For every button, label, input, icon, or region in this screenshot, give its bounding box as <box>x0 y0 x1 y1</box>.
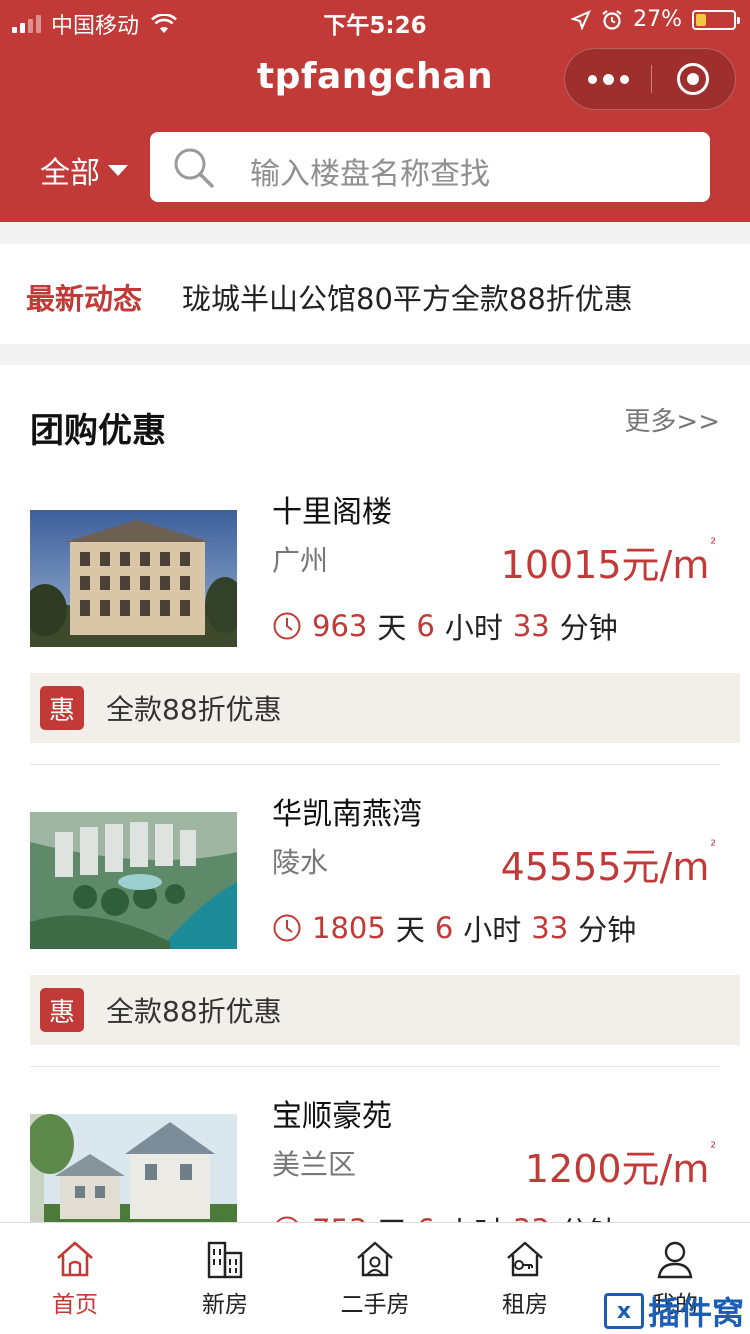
day-unit: 天 <box>395 913 425 947</box>
search-placeholder: 输入楼盘名称查找 <box>250 157 490 192</box>
listing-item[interactable]: 华凯南燕湾 陵水 45555元/m ² 1805 天 6 小时 33 分钟 惠 全… <box>0 779 750 1079</box>
tab-rentals[interactable]: 租房 <box>450 1223 600 1334</box>
price-unit-superscript: ² <box>710 1140 716 1156</box>
more-link[interactable]: 更多>> <box>624 401 720 438</box>
hour-unit: 小时 <box>444 611 503 645</box>
countdown-minutes: 33 <box>531 911 569 945</box>
news-ticker[interactable]: 最新动态 珑城半山公馆80平方全款88折优惠 <box>0 244 750 344</box>
tab-home[interactable]: 首页 <box>0 1223 150 1334</box>
minute-unit: 分钟 <box>559 611 618 645</box>
watermark-logo-icon: x <box>603 1293 644 1329</box>
listing-price: 10015元/m ² <box>501 534 716 589</box>
listing-city: 美兰区 <box>272 1148 357 1181</box>
capsule-divider <box>651 65 652 93</box>
user-icon <box>657 1241 693 1279</box>
battery-percent: 27% <box>633 7 682 32</box>
alarm-icon <box>602 9 622 30</box>
listing-name[interactable]: 宝顺豪苑 <box>272 1091 392 1135</box>
hour-unit: 小时 <box>463 913 522 947</box>
countdown-hours: 6 <box>416 609 435 643</box>
promo-text: 全款88折优惠 <box>106 995 282 1028</box>
caret-down-icon <box>108 164 128 176</box>
watermark: x 插件窝 <box>603 1288 744 1334</box>
price-unit-superscript: ² <box>710 536 716 552</box>
price-value: 45555元/m <box>500 845 710 889</box>
listing-image[interactable] <box>30 812 237 949</box>
tab-label: 二手房 <box>340 1292 410 1318</box>
listing-name[interactable]: 华凯南燕湾 <box>272 789 422 833</box>
news-label: 最新动态 <box>26 282 143 316</box>
group-buy-section: 团购优惠 更多>> 十里阁楼 广州 10015元/m ² 963 天 6 小时 … <box>0 365 750 1251</box>
tab-label: 首页 <box>52 1292 98 1318</box>
listing-name[interactable]: 十里阁楼 <box>272 487 392 531</box>
countdown-days: 963 <box>312 609 368 643</box>
countdown-minutes: 33 <box>512 609 550 643</box>
close-mini-program-icon[interactable] <box>677 63 709 95</box>
countdown-hours: 6 <box>434 911 454 945</box>
listing-price: 45555元/m ² <box>501 836 716 891</box>
location-arrow-icon <box>571 9 592 30</box>
region-label: 全部 <box>40 156 100 191</box>
clock-icon <box>273 914 301 942</box>
watermark-text: 插件窝 <box>647 1294 744 1332</box>
tab-new-homes[interactable]: 新房 <box>150 1223 300 1334</box>
house-key-icon <box>507 1241 543 1277</box>
tab-label: 租房 <box>502 1292 548 1318</box>
listing-image[interactable] <box>30 510 237 647</box>
listing-city: 陵水 <box>272 846 329 879</box>
building-icon <box>207 1241 243 1279</box>
price-value: 1200元/m <box>524 1147 710 1191</box>
status-right: 27% <box>571 7 740 32</box>
mini-program-capsule <box>564 48 736 110</box>
section-title: 团购优惠 <box>30 411 166 451</box>
battery-icon <box>692 9 740 30</box>
news-text[interactable]: 珑城半山公馆80平方全款88折优惠 <box>182 276 633 318</box>
price-unit-superscript: ² <box>710 838 716 854</box>
search-input[interactable]: 输入楼盘名称查找 <box>150 132 710 202</box>
listing-price: 1200元/m ² <box>525 1138 716 1193</box>
price-value: 10015元/m <box>500 543 710 587</box>
home-icon <box>57 1241 93 1277</box>
promo-text: 全款88折优惠 <box>106 693 282 726</box>
tab-bar: 首页 新房 二手房 租房 我的 x 插件窝 <box>0 1222 750 1334</box>
tab-second-hand[interactable]: 二手房 <box>300 1223 450 1334</box>
minute-unit: 分钟 <box>578 913 637 947</box>
header: 中国移动 下午5:26 27% tpfangchan 全部 输入楼盘名称查找 <box>0 0 750 222</box>
region-dropdown[interactable]: 全部 <box>40 148 128 192</box>
battery-level <box>696 13 706 26</box>
countdown: 963 天 6 小时 33 分钟 <box>272 605 618 647</box>
day-unit: 天 <box>377 611 407 645</box>
promo-banner[interactable]: 惠 全款88折优惠 <box>30 975 740 1045</box>
status-bar: 中国移动 下午5:26 27% <box>0 0 750 40</box>
tab-label: 新房 <box>202 1292 248 1318</box>
countdown: 1805 天 6 小时 33 分钟 <box>272 907 636 949</box>
more-menu-icon[interactable] <box>565 49 651 109</box>
promo-banner[interactable]: 惠 全款88折优惠 <box>30 673 740 743</box>
countdown-days: 1805 <box>312 911 386 945</box>
discount-badge: 惠 <box>40 988 84 1032</box>
discount-badge: 惠 <box>40 686 84 730</box>
search-icon <box>174 148 214 188</box>
item-divider <box>30 1066 720 1067</box>
house-person-icon <box>357 1241 393 1277</box>
listing-city: 广州 <box>272 544 329 577</box>
listing-item[interactable]: 十里阁楼 广州 10015元/m ² 963 天 6 小时 33 分钟 惠 全款8… <box>0 477 750 777</box>
clock-icon <box>273 612 301 640</box>
item-divider <box>30 764 720 765</box>
